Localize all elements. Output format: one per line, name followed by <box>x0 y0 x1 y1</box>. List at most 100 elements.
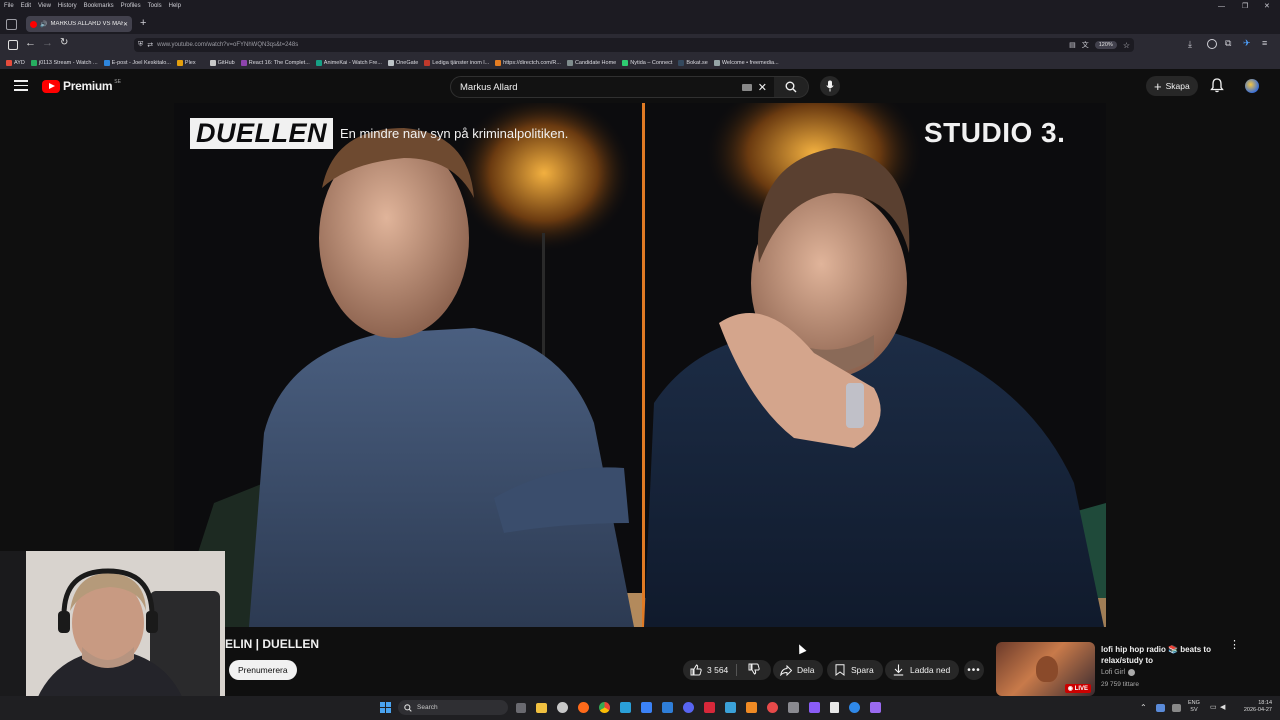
app-icon[interactable] <box>788 702 799 713</box>
menu-view[interactable]: View <box>38 3 51 9</box>
bookmarks-list: AYD j0113 Stream - Watch ... E-post - Jo… <box>0 56 779 69</box>
audio-playing-icon[interactable]: 🔊 <box>40 21 47 28</box>
recommended-title[interactable]: lofi hip hop radio 📚 beats to relax/stud… <box>1101 644 1223 666</box>
video-player[interactable]: DUELLEN En mindre naiv syn på kriminalpo… <box>174 103 1106 627</box>
new-tab-icon[interactable]: + <box>140 17 146 29</box>
bookmark-label: AYD <box>14 59 25 66</box>
subscribe-button[interactable]: Prenumerera <box>229 660 297 680</box>
site-info-icon[interactable]: ⛨ <box>138 41 143 49</box>
app-icon[interactable] <box>767 702 778 713</box>
account-icon[interactable] <box>1207 39 1217 49</box>
app-icon[interactable] <box>809 702 820 713</box>
search-box[interactable]: Markus Allard ✕ <box>450 76 776 98</box>
app-icon[interactable] <box>746 702 757 713</box>
notepad-icon[interactable] <box>830 702 839 713</box>
extension-icon[interactable]: ✈ <box>1243 38 1251 49</box>
reader-view-icon[interactable]: ▤ <box>1069 41 1076 49</box>
bookmark-item[interactable]: Lediga tjänster inom l... <box>424 59 489 66</box>
bookmark-item[interactable]: Welcome • freemedia... <box>713 59 779 66</box>
steam-icon[interactable] <box>620 702 631 713</box>
chrome-icon[interactable] <box>599 702 610 713</box>
tray-app-icon[interactable] <box>1156 704 1165 712</box>
tray-overflow-icon[interactable]: ⌃ <box>1140 703 1147 712</box>
app-icon[interactable] <box>849 702 860 713</box>
forward-icon[interactable]: → <box>42 37 53 49</box>
app-icon[interactable] <box>557 702 568 713</box>
recommended-menu-icon[interactable]: ⋮ <box>1229 640 1240 651</box>
app-icon[interactable] <box>870 702 881 713</box>
translate-icon[interactable]: 文 <box>1082 40 1089 50</box>
bookmark-item[interactable]: Candidate Home <box>566 59 616 66</box>
zoom-level[interactable]: 120% <box>1094 41 1117 49</box>
app-menu-icon[interactable]: ≡ <box>1262 38 1267 48</box>
search-button[interactable] <box>774 76 809 98</box>
menu-help[interactable]: Help <box>169 3 181 9</box>
clock[interactable]: 18:14 2026-04-27 <box>1238 700 1272 714</box>
menu-tools[interactable]: Tools <box>148 3 162 9</box>
tab-close-icon[interactable]: ✕ <box>123 21 128 28</box>
like-button[interactable]: 3 564 <box>690 664 728 676</box>
bookmark-item[interactable]: Plex <box>176 59 196 66</box>
bookmark-item[interactable]: Bokat.se <box>678 59 708 66</box>
menu-file[interactable]: File <box>4 3 14 9</box>
start-icon[interactable] <box>380 702 391 713</box>
vscode-icon[interactable] <box>662 702 673 713</box>
file-explorer-icon[interactable] <box>536 702 547 713</box>
address-bar[interactable]: ⛨ ⇄ www.youtube.com/watch?v=oFYNhWQN3qs&… <box>134 38 1134 52</box>
view-recent-icon[interactable] <box>8 40 18 50</box>
dislike-button[interactable] <box>748 663 760 677</box>
create-button[interactable]: + Skapa <box>1146 76 1198 96</box>
volume-icon[interactable]: ◀ <box>1220 703 1225 711</box>
voice-search-button[interactable] <box>820 76 840 96</box>
more-actions-button[interactable]: ••• <box>964 660 984 680</box>
taskbar-search[interactable]: Search <box>398 700 508 715</box>
share-button[interactable]: Dela <box>773 660 824 680</box>
app-icon[interactable] <box>704 702 715 713</box>
extensions-icon[interactable]: ⧉ <box>1225 38 1231 49</box>
app-icon[interactable] <box>641 702 652 713</box>
restore-icon[interactable]: ❐ <box>1242 0 1248 12</box>
menu-history[interactable]: History <box>58 3 77 9</box>
keyboard-icon[interactable] <box>741 83 752 91</box>
input-language[interactable]: ENG SV <box>1188 700 1200 714</box>
close-window-icon[interactable]: ✕ <box>1264 0 1270 12</box>
downloads-icon[interactable]: ⤓ <box>1188 39 1192 50</box>
bookmark-favicon-icon <box>387 59 394 66</box>
bookmark-item[interactable]: React 16: The Complet... <box>240 59 310 66</box>
thumbnail-figure <box>1036 656 1058 682</box>
youtube-logo[interactable]: Premium SE <box>42 79 121 93</box>
bookmark-item[interactable]: j0113 Stream - Watch ... <box>30 59 98 66</box>
bookmark-item[interactable]: OneGate <box>387 59 418 66</box>
bookmark-item[interactable]: AnimeKai - Watch Fre... <box>315 59 382 66</box>
bookmark-item[interactable]: E-post - Joel Keskitalo... <box>103 59 171 66</box>
menu-bookmarks[interactable]: Bookmarks <box>84 3 114 9</box>
clear-search-icon[interactable]: ✕ <box>758 81 767 94</box>
discord-icon[interactable] <box>683 702 694 713</box>
bookmark-item[interactable]: Nytida – Connect <box>622 59 672 66</box>
bookmark-star-icon[interactable]: ☆ <box>1123 41 1130 50</box>
guide-menu-icon[interactable] <box>14 80 28 91</box>
tray-app-icon[interactable] <box>1172 704 1181 712</box>
sidebar-toggle-icon[interactable] <box>6 19 17 30</box>
bookmark-item[interactable]: GitHub <box>209 59 235 66</box>
menu-profiles[interactable]: Profiles <box>121 3 141 9</box>
save-button[interactable]: Spara <box>827 660 883 680</box>
back-icon[interactable]: ← <box>25 37 36 49</box>
minimize-icon[interactable]: — <box>1218 0 1225 12</box>
notifications-button[interactable] <box>1210 78 1224 98</box>
bookmark-item[interactable]: AYD <box>6 59 25 66</box>
task-view-icon[interactable] <box>516 702 526 713</box>
tab-active[interactable]: 🔊 MARKUS ALLARD VS MARI ✕ <box>26 16 132 32</box>
download-button[interactable]: Ladda ned <box>885 660 960 680</box>
app-icon[interactable] <box>725 702 736 713</box>
bookmark-item[interactable]: https://directch.com/R... <box>495 59 561 66</box>
recommended-channel[interactable]: Lofi Girl <box>1101 669 1136 676</box>
reload-icon[interactable]: ↻ <box>60 37 68 48</box>
firefox-icon[interactable] <box>578 702 589 713</box>
menu-edit[interactable]: Edit <box>21 3 31 9</box>
search-input[interactable]: Markus Allard <box>460 82 742 93</box>
network-icon[interactable]: ▭ <box>1210 703 1217 711</box>
avatar[interactable] <box>1245 79 1259 93</box>
recommended-thumbnail[interactable]: ◉ LIVE <box>996 642 1095 696</box>
permissions-icon[interactable]: ⇄ <box>147 41 153 49</box>
